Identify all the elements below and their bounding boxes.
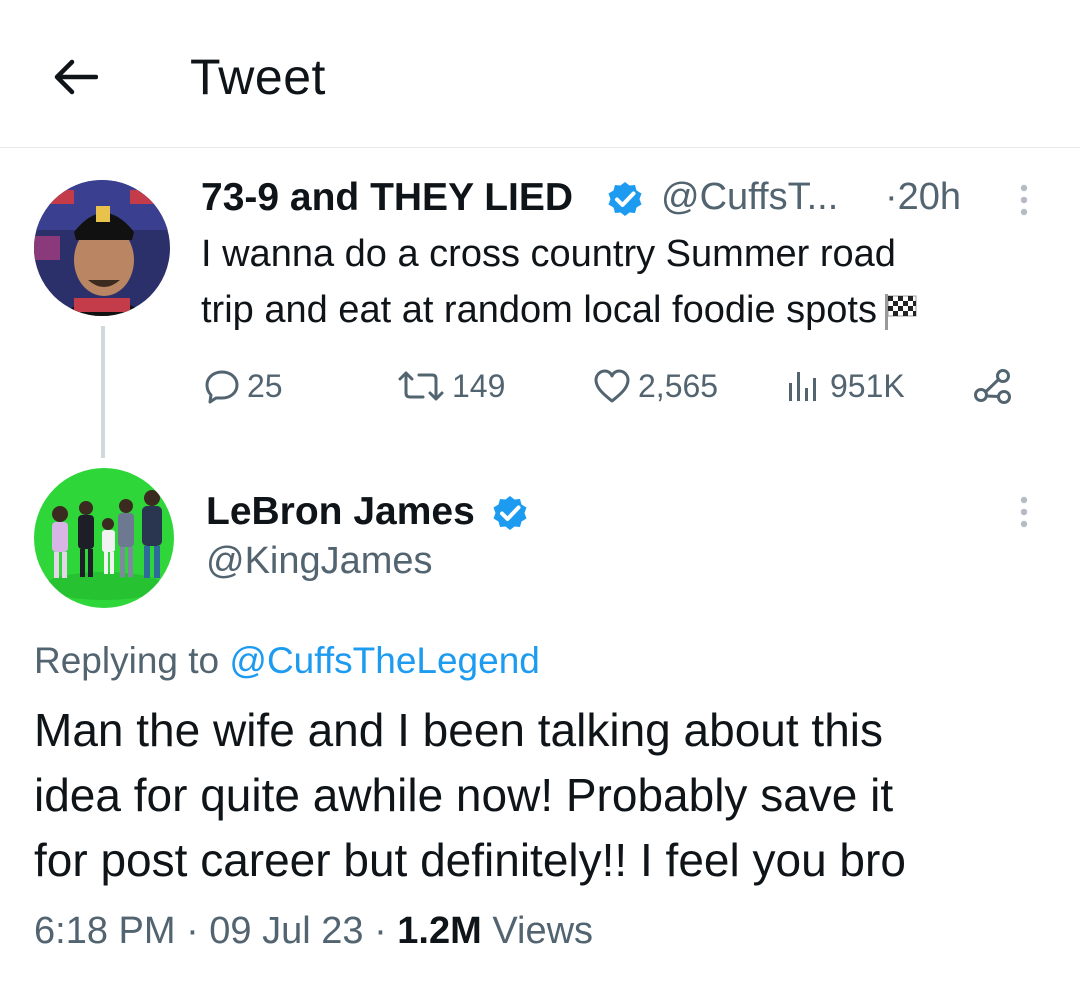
replying-to: Replying to @CuffsTheLegend [34, 640, 540, 682]
more-options-icon[interactable] [1014, 494, 1034, 534]
verified-badge-icon [608, 182, 642, 216]
tweet-text-line: idea for quite awhile now! Probably save… [34, 769, 894, 821]
retweet-button[interactable]: 149 [396, 362, 505, 410]
views-button[interactable]: 951K [784, 362, 905, 410]
back-button[interactable] [50, 52, 100, 102]
avatar-image [34, 180, 170, 316]
thread-connector [101, 326, 105, 458]
retweet-count: 149 [452, 367, 506, 404]
views-count: 951K [830, 367, 905, 404]
author-handle[interactable]: @CuffsT... [661, 176, 838, 219]
author-name[interactable]: 73-9 and THEY LIED [201, 176, 573, 220]
top-bar: Tweet [0, 0, 1080, 148]
tweet-text: I wanna do a cross country Summer road t… [201, 226, 1051, 338]
analytics-icon [789, 372, 816, 401]
replying-to-mention[interactable]: @CuffsTheLegend [229, 640, 539, 681]
share-button[interactable] [972, 362, 1020, 410]
views-count: 1.2M [397, 910, 482, 952]
tweet-text-line: trip and eat at random local foodie spot… [201, 282, 1051, 338]
reply-button[interactable]: 25 [203, 362, 283, 410]
page-title: Tweet [190, 49, 326, 105]
tweet-metadata: 6:18 PM · 09 Jul 23 · 1.2M Views [34, 910, 593, 953]
tweet-time[interactable]: ·20h [885, 176, 961, 219]
heart-icon [594, 369, 630, 403]
replying-to-prefix: Replying to [34, 640, 220, 681]
tweet-text-line: I wanna do a cross country Summer road [201, 233, 896, 275]
avatar-lebron[interactable] [34, 468, 174, 608]
author-name[interactable]: LeBron James [206, 490, 475, 534]
views-label: Views [481, 910, 594, 952]
reply-count: 25 [247, 367, 283, 404]
tweet-text-line: Man the wife and I been talking about th… [34, 704, 884, 756]
share-icon [974, 369, 1011, 404]
checkered-flag-icon [884, 293, 917, 330]
like-count: 2,565 [638, 367, 719, 404]
verified-badge-icon [493, 496, 527, 530]
arrow-left-icon [54, 59, 98, 95]
more-options-icon[interactable] [1014, 182, 1034, 222]
timestamp[interactable]: 6:18 PM · 09 Jul 23 · [34, 910, 397, 952]
tweet-text: Man the wife and I been talking about th… [34, 698, 1044, 893]
avatar-image [34, 468, 174, 608]
avatar-cuffs[interactable] [34, 180, 170, 316]
reply-icon [205, 370, 239, 404]
retweet-icon [398, 371, 444, 401]
tweet-text-line: for post career but definitely!! I feel … [34, 834, 906, 886]
like-button[interactable]: 2,565 [592, 362, 718, 410]
author-handle[interactable]: @KingJames [206, 540, 433, 583]
tweet-text-line-content: trip and eat at random local foodie spot… [201, 289, 877, 331]
